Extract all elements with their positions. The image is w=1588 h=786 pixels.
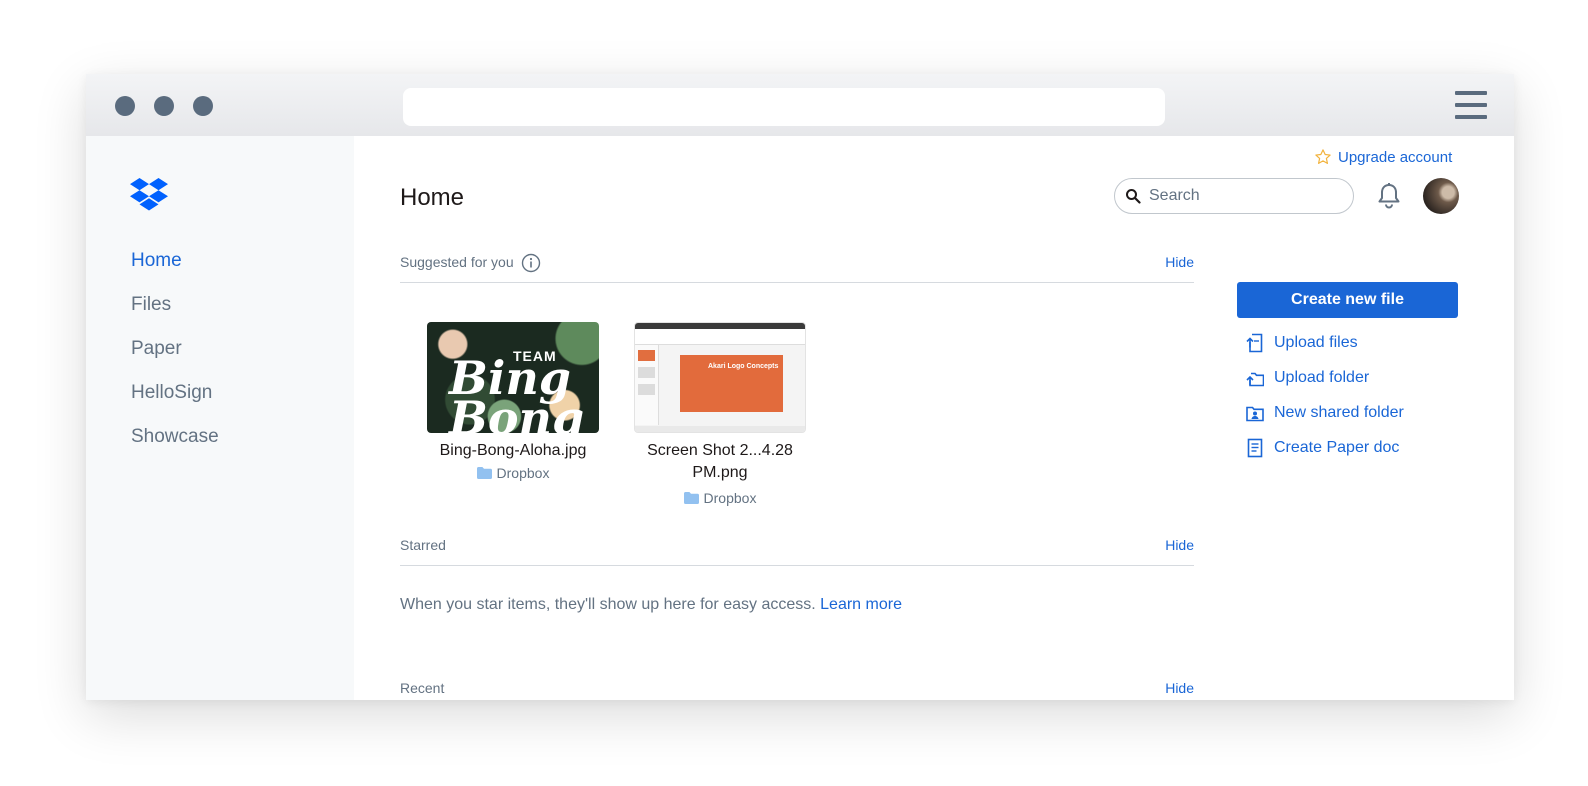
upload-files-action[interactable]: Upload files (1246, 333, 1358, 353)
upload-folder-icon (1246, 372, 1264, 387)
search-input[interactable] (1149, 185, 1344, 207)
thumbnail-status-bar (635, 426, 805, 432)
create-paper-doc-action[interactable]: Create Paper doc (1246, 438, 1399, 458)
user-avatar[interactable] (1423, 178, 1459, 214)
bell-icon[interactable] (1376, 182, 1402, 210)
file-location-label: Dropbox (496, 465, 550, 481)
upgrade-account-link[interactable]: Upgrade account (1314, 148, 1452, 166)
new-shared-folder-label: New shared folder (1274, 404, 1404, 421)
file-name[interactable]: Bing-Bong-Aloha.jpg (413, 440, 613, 462)
sidebar-item-paper[interactable]: Paper (131, 338, 182, 360)
sidebar-item-showcase[interactable]: Showcase (131, 426, 219, 448)
window-minimize-control[interactable] (154, 96, 174, 116)
dropbox-logo-icon[interactable] (130, 178, 168, 212)
sidebar-item-hellosign[interactable]: HelloSign (131, 382, 212, 404)
upload-folder-label: Upload folder (1274, 369, 1370, 386)
divider (400, 565, 1194, 566)
info-icon[interactable] (521, 253, 541, 273)
thumbnail-toolbar (635, 329, 805, 345)
file-name[interactable]: Screen Shot 2...4.28 PM.png (610, 440, 830, 484)
starred-section-label: Starred (400, 537, 446, 553)
page-title: Home (400, 184, 465, 211)
thumbnail-text: Bing Bong (449, 351, 585, 433)
file-thumbnail-bing-bong[interactable]: TEAM Bing Bong (427, 322, 599, 433)
thumbnail-mini-slide (638, 384, 655, 395)
file-location[interactable]: Dropbox (413, 465, 613, 481)
new-shared-folder-action[interactable]: New shared folder (1246, 403, 1404, 423)
browser-window: Home Files Paper HelloSign Showcase Home… (86, 74, 1514, 700)
file-name-line: PM.png (692, 464, 748, 481)
search-box[interactable] (1114, 178, 1354, 214)
sidebar-item-files[interactable]: Files (131, 294, 171, 316)
star-outline-icon (1315, 149, 1331, 164)
create-new-file-button[interactable]: Create new file (1237, 282, 1458, 318)
browser-titlebar (86, 74, 1514, 136)
file-location-label: Dropbox (703, 490, 757, 506)
search-icon (1126, 189, 1141, 204)
sidebar: Home Files Paper HelloSign Showcase (86, 136, 354, 700)
folder-icon (683, 492, 699, 504)
hamburger-menu-icon[interactable] (1455, 90, 1487, 120)
file-name-line: Screen Shot 2...4.28 (647, 442, 793, 459)
create-paper-doc-label: Create Paper doc (1274, 439, 1400, 456)
upload-folder-action[interactable]: Upload folder (1246, 368, 1369, 388)
window-maximize-control[interactable] (193, 96, 213, 116)
starred-hide-button[interactable]: Hide (1165, 537, 1194, 553)
recent-hide-button[interactable]: Hide (1165, 680, 1194, 696)
starred-empty-message: When you star items, they'll show up her… (400, 596, 902, 614)
suggested-hide-button[interactable]: Hide (1165, 254, 1194, 270)
starred-empty-text: When you star items, they'll show up her… (400, 596, 816, 613)
thumbnail-slide-panel (635, 345, 659, 425)
main-content: Home Upgrade account Suggested for you (354, 136, 1514, 700)
suggested-section-label: Suggested for you (400, 254, 514, 270)
thumbnail-mini-slide (638, 367, 655, 378)
shared-folder-icon (1246, 406, 1264, 422)
address-bar[interactable] (403, 88, 1165, 126)
upload-files-label: Upload files (1274, 334, 1358, 351)
learn-more-link[interactable]: Learn more (820, 596, 902, 613)
paper-doc-icon (1247, 438, 1263, 458)
thumbnail-mini-slide (638, 350, 655, 361)
upload-file-icon (1246, 333, 1263, 353)
upgrade-account-label: Upgrade account (1338, 148, 1453, 166)
divider (400, 282, 1194, 283)
thumbnail-slide: Akari Logo Concepts (680, 355, 783, 412)
thumbnail-slide-title: Akari Logo Concepts (708, 363, 779, 370)
sidebar-item-home[interactable]: Home (131, 250, 182, 272)
window-close-control[interactable] (115, 96, 135, 116)
recent-section-label: Recent (400, 680, 445, 696)
folder-icon (476, 467, 492, 479)
file-thumbnail-screenshot[interactable]: Akari Logo Concepts (634, 322, 806, 433)
file-location[interactable]: Dropbox (610, 490, 830, 506)
